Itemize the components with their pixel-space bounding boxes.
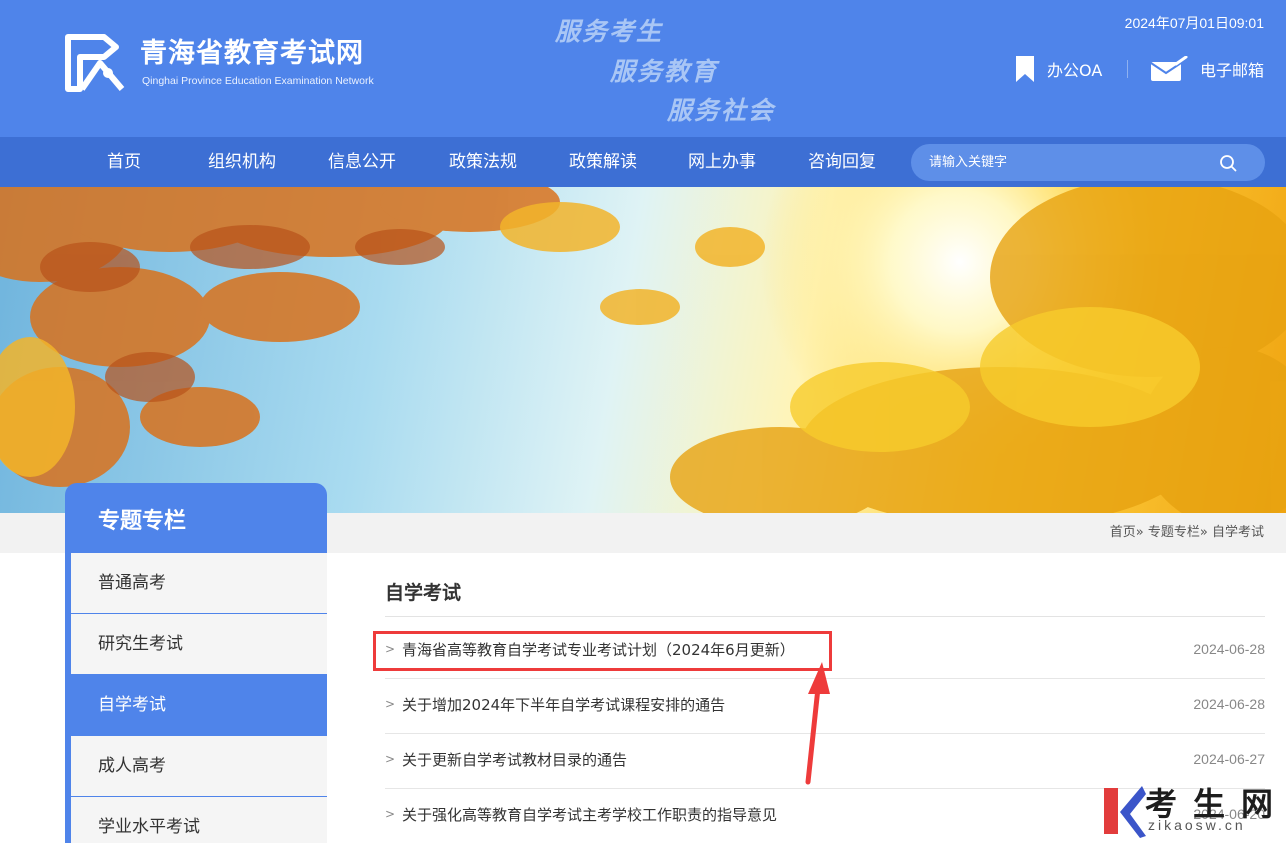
site-name[interactable]: 青海省教育考试网: [140, 31, 364, 70]
autumn-leaves-illustration: [0, 187, 1286, 513]
site-header: 青海省教育考试网 Qinghai Province Education Exam…: [0, 0, 1286, 137]
email-label: 电子邮箱: [1200, 61, 1265, 80]
slogan-3: 服务社会: [667, 96, 776, 125]
current-datetime: 2024年07月01日09:01: [1124, 15, 1264, 31]
nav-consultation[interactable]: 咨询回复: [808, 137, 876, 187]
office-oa-link[interactable]: 办公OA: [1015, 54, 1102, 84]
slogan-1: 服务考生: [555, 17, 664, 46]
site-logo-icon[interactable]: [64, 33, 126, 93]
mail-icon: [1150, 56, 1188, 81]
breadcrumb-self-study-exam[interactable]: 自学考试: [1212, 525, 1264, 540]
nav-home[interactable]: 首页: [107, 137, 141, 187]
news-date: 2024-06-27: [1193, 751, 1265, 767]
bookmark-icon: [1016, 56, 1034, 82]
sidebar-item-college-entrance[interactable]: 普通高考: [71, 553, 327, 613]
sidebar-item-self-study-exam[interactable]: 自学考试: [71, 675, 327, 735]
search-input[interactable]: [929, 144, 1209, 181]
breadcrumb: 首页» 专题专栏» 自学考试: [1110, 513, 1264, 553]
search-box: [911, 144, 1265, 181]
bullet-arrow-icon: >: [385, 752, 396, 766]
news-date: 2024-06-28: [1193, 696, 1265, 712]
divider: [1127, 60, 1128, 78]
news-date: 2024-06-28: [1193, 641, 1265, 657]
red-arrow-icon: [805, 662, 830, 785]
page-title: 自学考试: [385, 582, 462, 604]
news-title[interactable]: 关于强化高等教育自学考试主考学校工作职责的指导意见: [402, 804, 777, 825]
nav-policies[interactable]: 政策法规: [449, 137, 517, 187]
bullet-arrow-icon: >: [385, 697, 396, 711]
nav-organization[interactable]: 组织机构: [208, 137, 276, 187]
divider: [385, 616, 1265, 617]
highlight-annotation: [373, 631, 832, 671]
sidebar-item-adult-exam[interactable]: 成人高考: [71, 736, 327, 796]
sidebar-header: 专题专栏: [65, 483, 327, 553]
site-name-en: Qinghai Province Education Examination N…: [142, 75, 374, 87]
breadcrumb-special-topics[interactable]: 专题专栏»: [1148, 525, 1208, 540]
nav-online-services[interactable]: 网上办事: [688, 137, 756, 187]
bullet-arrow-icon: >: [385, 807, 396, 821]
sidebar: 普通高考 研究生考试 自学考试 成人高考 学业水平考试: [65, 553, 327, 843]
slogan-2: 服务教育: [610, 57, 719, 86]
nav-info-disclosure[interactable]: 信息公开: [328, 137, 396, 187]
watermark-url: zikaosw.cn: [1148, 817, 1246, 833]
sidebar-item-proficiency-test[interactable]: 学业水平考试: [71, 797, 327, 843]
banner-image: [0, 187, 1286, 513]
breadcrumb-home[interactable]: 首页»: [1110, 525, 1144, 540]
sidebar-title: 专题专栏: [98, 509, 187, 534]
office-oa-label: 办公OA: [1047, 61, 1103, 80]
sidebar-item-graduate-exam[interactable]: 研究生考试: [71, 614, 327, 674]
news-title[interactable]: 关于增加2024年下半年自学考试课程安排的通告: [402, 694, 725, 715]
search-icon[interactable]: [1219, 154, 1237, 172]
nav-policy-interpretation[interactable]: 政策解读: [569, 137, 637, 187]
news-title[interactable]: 关于更新自学考试教材目录的通告: [402, 749, 627, 770]
email-link[interactable]: 电子邮箱: [1150, 54, 1264, 84]
